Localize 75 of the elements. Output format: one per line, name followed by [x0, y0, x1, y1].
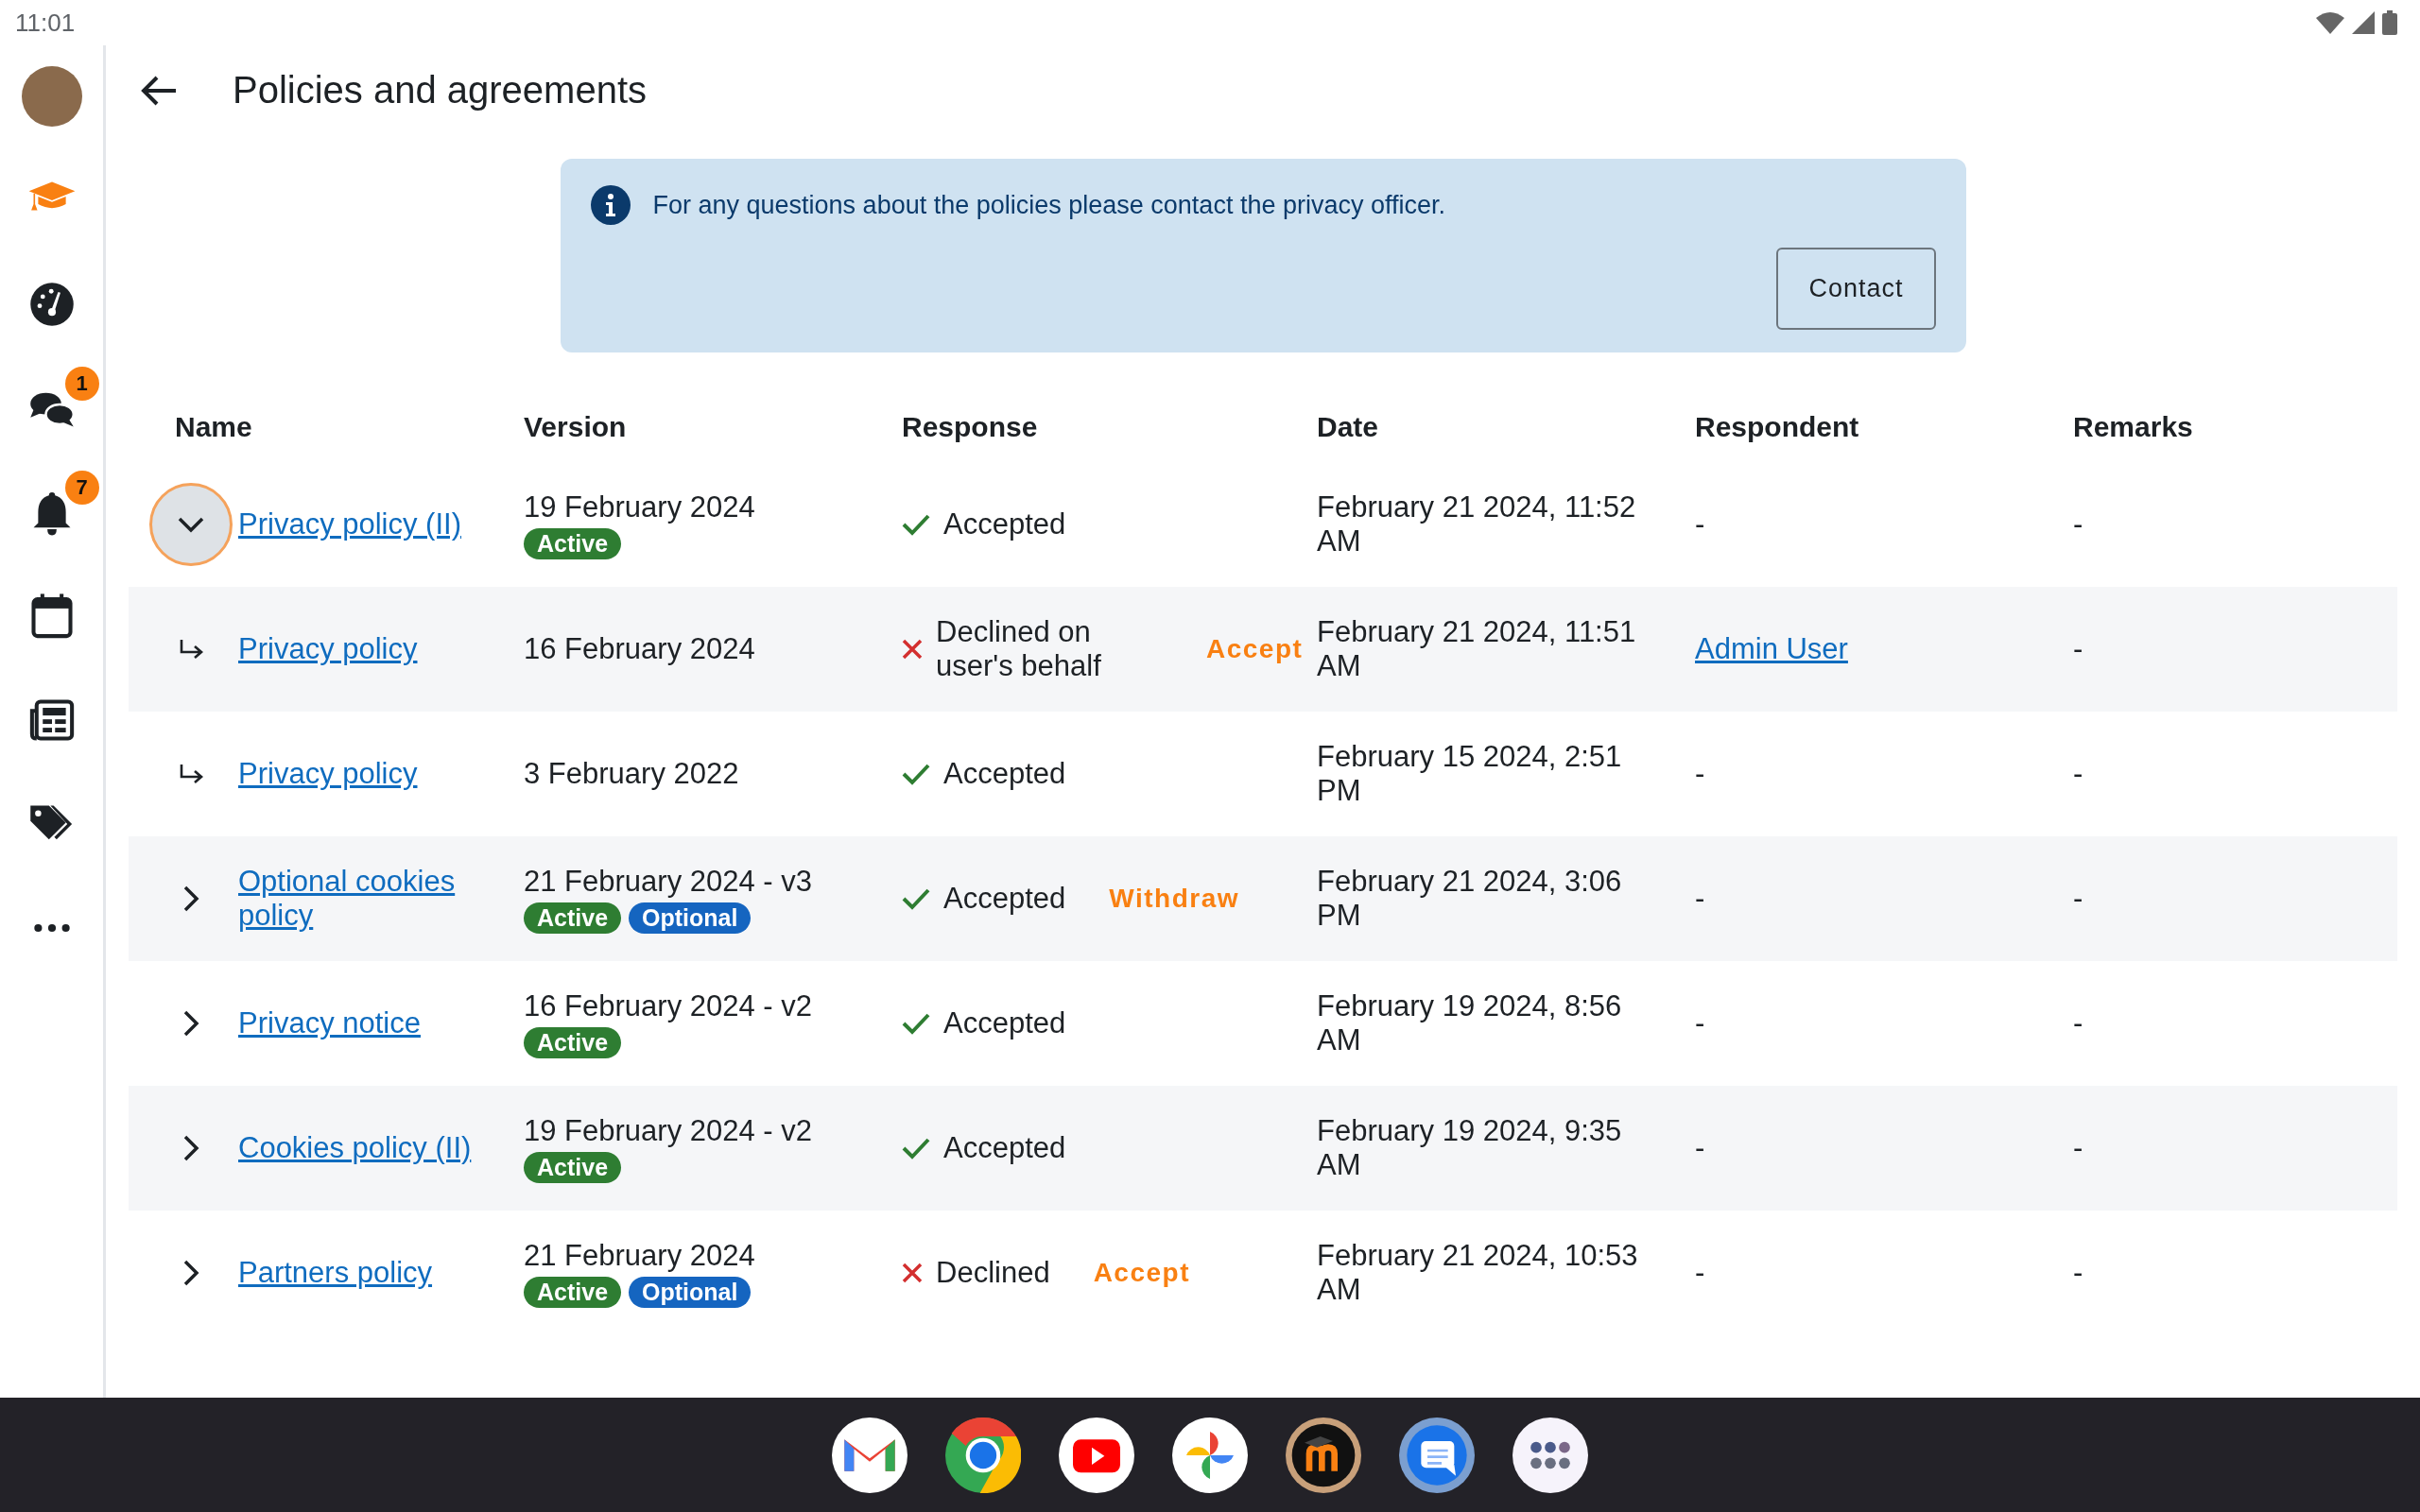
signal-icon: [2352, 11, 2375, 34]
column-header: Response: [902, 411, 1039, 443]
response-status: Declined: [936, 1256, 1050, 1290]
policy-link[interactable]: Cookies policy (II): [238, 1131, 472, 1165]
remarks-cell-text: -: [2073, 1256, 2084, 1290]
info-message: For any questions about the policies please contact the privacy officer.: [652, 190, 1445, 220]
status-tag: Optional: [629, 902, 752, 934]
chevron-down-icon: [177, 516, 205, 533]
column-header: Version: [524, 411, 628, 443]
respondent-cell: -: [1695, 1006, 1705, 1040]
clock-time: 11:01: [15, 8, 76, 38]
remarks-cell-text: -: [2073, 882, 2084, 916]
remarks-cell-text: -: [2073, 1006, 2084, 1040]
remarks-cell-text: -: [2073, 757, 2084, 791]
remarks-cell-text: -: [2073, 1131, 2084, 1165]
browser-app-icon[interactable]: [945, 1417, 1021, 1493]
date-cell-text: February 21 2024, 3:06 PM: [1317, 865, 1623, 933]
contact-button[interactable]: Contact: [1776, 248, 1936, 330]
respondent-cell: -: [1695, 757, 1705, 790]
respondent-cell: -: [1695, 882, 1705, 915]
status-tag: Active: [524, 1026, 622, 1058]
version-date: 16 February 2024 - v2: [524, 988, 813, 1023]
version-date: 16 February 2024: [524, 632, 756, 666]
version-date: 21 February 2024: [524, 1238, 756, 1273]
chevron-right-icon: [182, 1009, 199, 1038]
policy-link[interactable]: Privacy notice: [238, 1006, 421, 1040]
response-status: Declined on user's behalf: [936, 615, 1102, 683]
status-tag: Optional: [629, 1276, 752, 1308]
chevron-right-icon: [182, 1259, 199, 1287]
wifi-icon: [2316, 11, 2344, 34]
remarks-cell-text: -: [2073, 507, 2084, 541]
policy-link[interactable]: Privacy policy: [238, 632, 418, 666]
response-status: Accepted: [943, 882, 1066, 916]
chevron-right-icon: [182, 885, 199, 913]
status-tag: Active: [524, 1276, 622, 1308]
response-action-button[interactable]: Accept: [1093, 1258, 1190, 1288]
version-date: 19 February 2024: [524, 490, 756, 524]
info-icon: [590, 185, 631, 225]
column-header: Remarks: [2073, 411, 2194, 443]
version-date: 3 February 2022: [524, 757, 740, 791]
sub-item-arrow-icon: [178, 764, 204, 784]
response-status: Accepted: [943, 1006, 1066, 1040]
column-header: Date: [1317, 411, 1380, 443]
policy-link[interactable]: Privacy policy (II): [238, 507, 461, 541]
policy-link[interactable]: Privacy policy: [238, 757, 418, 791]
date-cell-text: February 21 2024, 11:51 AM: [1317, 615, 1637, 683]
date-cell-text: February 15 2024, 2:51 PM: [1317, 740, 1623, 808]
version-date: 21 February 2024 - v3: [524, 864, 813, 899]
battery-icon: [2382, 10, 2397, 35]
respondent-cell: -: [1695, 507, 1705, 541]
remarks-cell-text: -: [2073, 632, 2084, 666]
back-button[interactable]: [140, 74, 178, 107]
column-header: Respondent: [1695, 411, 1860, 443]
response-status: Accepted: [943, 757, 1066, 791]
column-header: Name: [174, 411, 253, 443]
chevron-right-icon: [182, 1134, 199, 1162]
response-status: Accepted: [943, 1131, 1066, 1165]
date-cell-text: February 21 2024, 11:52 AM: [1317, 490, 1637, 558]
respondent-cell: -: [1695, 1256, 1705, 1289]
version-date: 19 February 2024 - v2: [524, 1113, 813, 1148]
date-cell-text: February 21 2024, 10:53 AM: [1317, 1239, 1639, 1307]
status-tag: Active: [524, 1151, 622, 1183]
respondent-link[interactable]: Admin User: [1695, 632, 1848, 665]
respondent-cell: -: [1695, 1131, 1705, 1164]
policy-link[interactable]: Optional cookies policy: [238, 865, 524, 933]
sub-item-arrow-icon: [178, 639, 204, 660]
status-tag: Active: [524, 527, 622, 559]
notification-count: 7: [64, 471, 99, 505]
date-cell-text: February 19 2024, 8:56 AM: [1317, 989, 1623, 1057]
policy-link[interactable]: Partners policy: [238, 1256, 433, 1290]
notification-count: 1: [64, 367, 99, 401]
date-cell-text: February 19 2024, 9:35 AM: [1317, 1114, 1623, 1182]
page-title: Policies and agreements: [233, 69, 648, 112]
response-status: Accepted: [943, 507, 1066, 541]
status-tag: Active: [524, 902, 622, 934]
